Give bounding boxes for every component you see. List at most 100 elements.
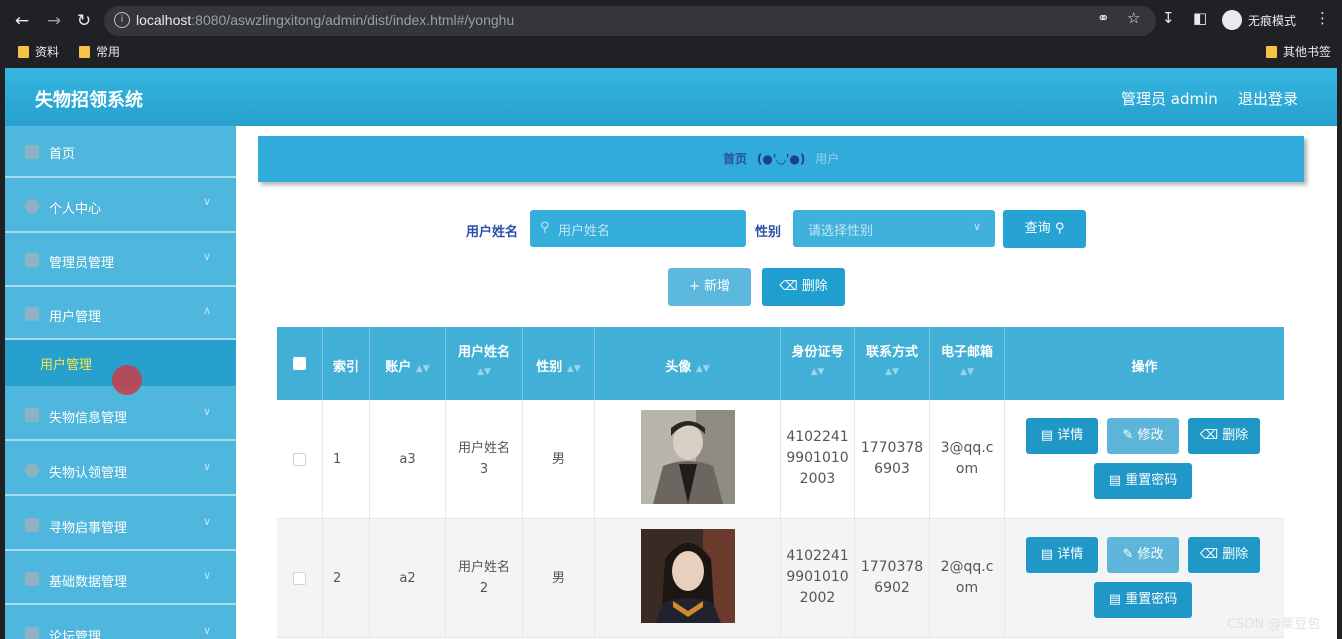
col-phone[interactable]: 联系方式 ▲▼ (855, 327, 930, 400)
back-icon[interactable]: ← (12, 11, 32, 31)
col-avatar[interactable]: 头像 ▲▼ (595, 327, 781, 400)
breadcrumb-current: 用户 (815, 152, 840, 166)
sidebar-item-users[interactable]: 用户管理 ∧ (5, 287, 236, 340)
row-select-cell (277, 519, 323, 638)
email-value: om (955, 461, 979, 477)
table-row: 1 a3 用户姓名 3 男 4102241 9901010 2003 17703… (277, 400, 1284, 519)
col-account-label: 账户 (385, 360, 412, 375)
id-card-value: 4102241 (786, 429, 849, 445)
chevron-down-icon: ∨ (203, 624, 212, 637)
edit-label: 修改 (1137, 547, 1164, 562)
row-checkbox[interactable] (293, 572, 306, 585)
delete-label: 删除 (1222, 547, 1249, 562)
sidebar-item-notices[interactable]: 寻物启事管理 ∨ (5, 496, 236, 551)
bookmark-label: 常用 (96, 45, 121, 59)
star-icon[interactable]: ☆ (1127, 9, 1140, 27)
gender-label: 性别 (755, 225, 782, 240)
name-search-placeholder: 用户姓名 (558, 224, 611, 239)
address-bar[interactable]: i localhost:8080/aswzlingxitong/admin/di… (104, 6, 1156, 36)
key-icon[interactable]: ⚭ (1097, 9, 1110, 27)
other-bookmarks[interactable]: 其他书签 (1266, 43, 1331, 60)
sidebar-item-label: 失物信息管理 (49, 411, 128, 426)
doc-icon: ▤ (1108, 592, 1122, 607)
circle-icon (25, 463, 39, 477)
sidebar-item-personal[interactable]: 个人中心 ∨ (5, 178, 236, 233)
chevron-up-icon: ∧ (203, 304, 212, 317)
avatar-image[interactable] (641, 410, 735, 504)
select-all-checkbox[interactable] (293, 357, 306, 370)
row-checkbox[interactable] (293, 453, 306, 466)
detail-button[interactable]: ▤ 详情 (1026, 418, 1098, 454)
id-card-cell: 4102241 9901010 2003 (781, 400, 855, 519)
chevron-down-icon: ∨ (203, 515, 212, 528)
name-search-input[interactable]: ⚲ 用户姓名 (530, 210, 746, 247)
gender-select-placeholder: 请选择性别 (808, 224, 874, 239)
delete-button[interactable]: ⌫ 删除 (1188, 418, 1260, 454)
pencil-icon: ✎ (1122, 547, 1134, 562)
table-header: 索引 账户 ▲▼ 用户姓名 ▲▼ 性别 ▲▼ 头像 ▲▼ 身份证号 ▲▼ 联系方… (277, 327, 1284, 400)
col-email[interactable]: 电子邮箱 ▲▼ (930, 327, 1005, 400)
col-gender[interactable]: 性别 ▲▼ (523, 327, 595, 400)
batch-delete-label: 删除 (801, 279, 828, 294)
index-cell: 2 (323, 519, 370, 638)
sidebar-item-label: 管理员管理 (49, 256, 115, 271)
id-card-cell: 4102241 9901010 2002 (781, 519, 855, 638)
bookmark-1[interactable]: 资料 (18, 43, 59, 60)
detail-button[interactable]: ▤ 详情 (1026, 537, 1098, 573)
table-row: 2 a2 用户姓名 2 男 4102241 9901010 2002 17703… (277, 519, 1284, 638)
reset-password-button[interactable]: ▤ 重置密码 (1094, 582, 1192, 618)
gender-value: 男 (551, 452, 565, 467)
index-value: 2 (333, 571, 342, 586)
bookmark-2[interactable]: 常用 (79, 43, 120, 60)
col-name[interactable]: 用户姓名 ▲▼ (446, 327, 523, 400)
pencil-icon: ✎ (1122, 428, 1134, 443)
delete-button[interactable]: ⌫ 删除 (1188, 537, 1260, 573)
reload-icon[interactable]: ↻ (74, 11, 94, 31)
monitor-icon (25, 307, 39, 321)
reset-password-button[interactable]: ▤ 重置密码 (1094, 463, 1192, 499)
sidebar-item-forum[interactable]: 论坛管理 ∨ (5, 605, 236, 639)
edit-button[interactable]: ✎ 修改 (1107, 537, 1179, 573)
sidebar-item-home[interactable]: 首页 (5, 126, 236, 178)
sidepanel-icon[interactable]: ◧ (1193, 9, 1207, 27)
sort-icon: ▲▼ (566, 364, 581, 374)
incognito-badge[interactable]: 无痕模式 (1222, 10, 1296, 30)
edit-button[interactable]: ✎ 修改 (1107, 418, 1179, 454)
col-avatar-label: 头像 (665, 360, 692, 375)
sidebar-item-label: 寻物启事管理 (49, 521, 128, 536)
site-info-icon[interactable]: i (114, 12, 130, 28)
sidebar-item-lost-items[interactable]: 失物信息管理 ∨ (5, 386, 236, 441)
url-host: localhost (136, 12, 192, 28)
actions-cell: ▤ 详情 ✎ 修改 ⌫ 删除 ▤ 重置密码 (1005, 400, 1284, 519)
id-card-value: 9901010 (786, 450, 849, 466)
avatar-image[interactable] (641, 529, 735, 623)
logout-button[interactable]: 退出登录 (1238, 88, 1298, 109)
search-icon: ⚲ (1054, 221, 1065, 236)
col-actions: 操作 (1005, 327, 1284, 400)
sidebar-item-claims[interactable]: 失物认领管理 ∨ (5, 441, 236, 496)
col-gender-label: 性别 (536, 360, 563, 375)
menu-icon[interactable]: ⋮ (1315, 9, 1330, 27)
id-card-value: 2003 (799, 471, 836, 487)
email-cell: 2@qq.c om (930, 519, 1005, 638)
col-id-card[interactable]: 身份证号 ▲▼ (781, 327, 855, 400)
query-button-label: 查询 (1024, 221, 1051, 236)
name-search-label: 用户姓名 (466, 225, 519, 240)
index-value: 1 (333, 452, 342, 467)
download-icon[interactable]: ↧ (1162, 9, 1175, 27)
index-cell: 1 (323, 400, 370, 519)
breadcrumb-home[interactable]: 首页 (723, 152, 747, 166)
query-button[interactable]: 查询 ⚲ (1003, 210, 1086, 248)
avatar-cell (595, 519, 781, 638)
name-value: 用户姓名 (457, 441, 510, 456)
forward-icon[interactable]: → (44, 11, 64, 31)
sidebar-item-base-data[interactable]: 基础数据管理 ∨ (5, 551, 236, 605)
add-button[interactable]: + 新增 (668, 268, 751, 306)
chevron-down-icon: ∨ (203, 405, 212, 418)
app-window: 失物招领系统 管理员 admin 退出登录 首页 个人中心 ∨ 管理员管理 ∨ … (5, 68, 1337, 639)
sidebar-subitem-label: 用户管理 (40, 358, 93, 373)
col-account[interactable]: 账户 ▲▼ (370, 327, 446, 400)
gender-select[interactable]: 请选择性别 ∨ (793, 210, 995, 247)
sidebar-item-admins[interactable]: 管理员管理 ∨ (5, 233, 236, 287)
batch-delete-button[interactable]: ⌫ 删除 (762, 268, 845, 306)
